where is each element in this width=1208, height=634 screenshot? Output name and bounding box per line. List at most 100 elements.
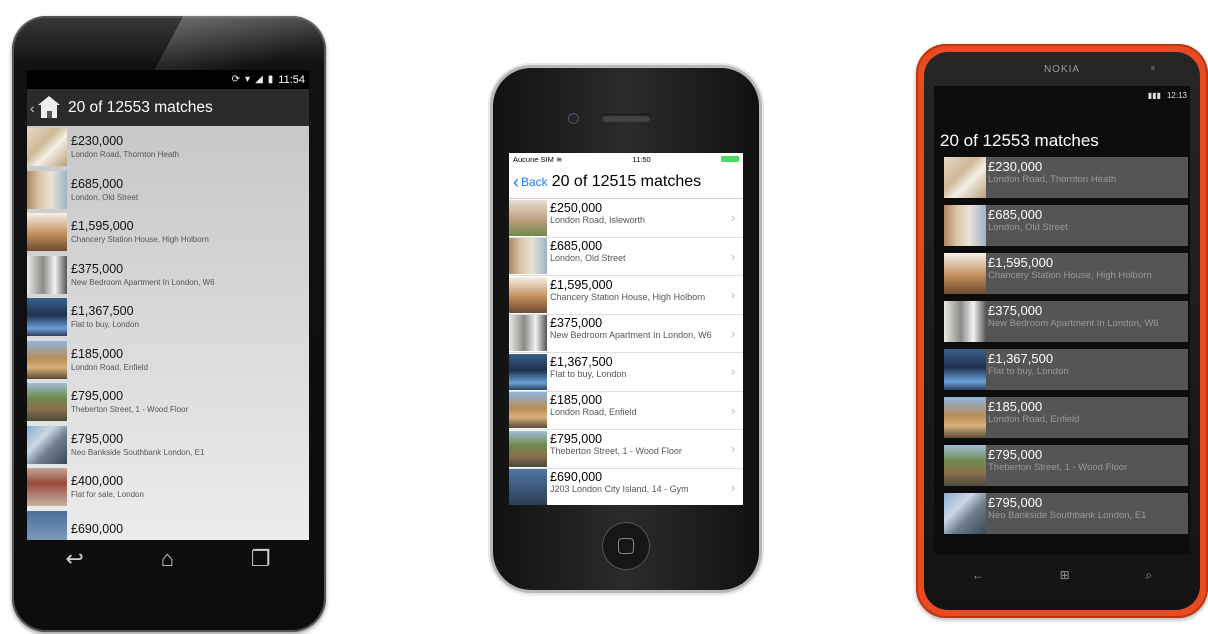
- app-house-icon[interactable]: [38, 95, 62, 120]
- wifi-icon: ▾: [245, 74, 251, 85]
- listing-text: £690,000 J203 London City Island, 14 - Gy…: [550, 469, 723, 505]
- listing-row[interactable]: £400,000 Flat for sale, London: [27, 466, 309, 509]
- listing-text: £1,367,500 Flat to buy, London: [550, 354, 723, 390]
- listing-address: New Bedroom Apartment In London, W6: [550, 330, 712, 341]
- listing-thumbnail: [27, 170, 67, 209]
- listing-price: £1,595,000: [550, 277, 613, 292]
- listing-text: £1,595,000 Chancery Station House, High H…: [71, 219, 209, 245]
- listing-row[interactable]: £1,595,000 Chancery Station House, High H…: [27, 211, 309, 254]
- listing-thumbnail: [27, 383, 67, 422]
- listing-row[interactable]: £230,000 London Road, Thornton Heath: [27, 126, 309, 169]
- listing-price: £685,000: [71, 176, 124, 191]
- wifi-icon: ≋: [555, 154, 563, 164]
- listing-tile[interactable]: £1,367,500 Flat to buy, London: [944, 349, 1188, 390]
- back-button[interactable]: Back: [521, 175, 548, 189]
- listing-thumbnail: [27, 213, 67, 252]
- android-screen: ⟳ ▾ ◢ ▮ 11:54 ‹ 20 of 12553 matches £230…: [27, 70, 309, 540]
- listing-thumbnail: [509, 430, 547, 467]
- listing-thumbnail: [27, 425, 67, 464]
- listing-address: Flat to buy, London: [988, 366, 1069, 377]
- listing-price: £375,000: [71, 261, 124, 276]
- listing-row[interactable]: £795,000 Neo Bankside Southbank London, E…: [27, 424, 309, 467]
- listing-price: £230,000: [71, 134, 124, 149]
- listing-thumbnail: [27, 340, 67, 379]
- listing-thumbnail: [944, 349, 986, 390]
- listing-tile[interactable]: £230,000 London Road, Thornton Heath: [944, 157, 1188, 198]
- listing-thumbnail: [944, 253, 986, 294]
- listing-text: £375,000 New Bedroom Apartment In London,…: [71, 262, 215, 288]
- table-row[interactable]: £795,000 Theberton Street, 1 - Wood Floor…: [509, 430, 743, 469]
- listing-address: Neo Bankside Southbank London, E1: [988, 510, 1147, 521]
- listing-address: Flat to buy, London: [71, 320, 139, 330]
- signal-icon: ◢: [255, 74, 263, 85]
- listing-price: £1,367,500: [550, 354, 613, 369]
- home-icon[interactable]: ⌂: [161, 548, 174, 570]
- android-action-bar: ‹ 20 of 12553 matches: [27, 89, 309, 126]
- recent-apps-icon[interactable]: ❐: [251, 548, 271, 570]
- listing-text: £1,367,500 Flat to buy, London: [71, 304, 139, 330]
- table-row[interactable]: £1,595,000 Chancery Station House, High H…: [509, 276, 743, 315]
- earpiece-speaker: [601, 114, 651, 122]
- table-row[interactable]: £1,367,500 Flat to buy, London ›: [509, 353, 743, 392]
- listing-row[interactable]: £375,000 New Bedroom Apartment In London,…: [27, 254, 309, 297]
- search-icon[interactable]: ⌕: [1145, 568, 1152, 583]
- listing-price: £690,000: [550, 470, 603, 485]
- listing-tile[interactable]: £1,595,000 Chancery Station House, High H…: [944, 253, 1188, 294]
- listing-row[interactable]: £685,000 London, Old Street: [27, 169, 309, 212]
- signal-icon: ▮▮▮: [1147, 90, 1161, 100]
- up-caret-icon[interactable]: ‹: [30, 100, 38, 116]
- listing-text: £685,000 London, Old Street: [986, 205, 1068, 246]
- battery-icon: [721, 156, 739, 162]
- listing-text: £795,000 Theberton Street, 1 - Wood Floor: [550, 431, 723, 467]
- listing-price: £185,000: [988, 399, 1043, 414]
- listing-address: London Road, Isleworth: [550, 214, 646, 225]
- table-row[interactable]: £185,000 London Road, Enfield ›: [509, 392, 743, 430]
- listing-address: J203 London City Island, 14 - Gym: [550, 484, 689, 495]
- listing-tile[interactable]: £685,000 London, Old Street: [944, 205, 1188, 246]
- listing-price: £685,000: [988, 207, 1043, 222]
- disclosure-chevron-icon: ›: [730, 441, 736, 457]
- chevron-left-icon[interactable]: ‹: [513, 173, 519, 191]
- listing-tile[interactable]: £795,000 Neo Bankside Southbank London, E…: [944, 493, 1188, 534]
- android-listing-list[interactable]: £230,000 London Road, Thornton Heath £685,…: [27, 126, 309, 540]
- ios-nav-title: 20 of 12515 matches: [551, 172, 702, 190]
- wp-status-bar: ▮▮▮ 12:13: [934, 86, 1190, 104]
- listing-address: Chancery Station House, High Holborn: [550, 291, 706, 302]
- listing-row[interactable]: £185,000 London Road, Enfield: [27, 339, 309, 382]
- listing-price: £1,367,500: [988, 351, 1054, 366]
- back-icon[interactable]: ←: [972, 568, 984, 582]
- ios-listing-table[interactable]: £250,000 London Road, Isleworth › £685,000 L…: [509, 199, 743, 505]
- listing-text: £250,000 London Road, Isleworth: [550, 200, 723, 236]
- listing-thumbnail: [509, 392, 547, 429]
- listing-row[interactable]: £690,000: [27, 509, 309, 540]
- listing-text: £1,367,500 Flat to buy, London: [986, 349, 1069, 390]
- table-row[interactable]: £375,000 New Bedroom Apartment In London,…: [509, 315, 743, 353]
- listing-tile[interactable]: £375,000 New Bedroom Apartment In London,…: [944, 301, 1188, 342]
- back-icon[interactable]: ↩: [65, 548, 83, 570]
- listing-price: £690,000: [71, 522, 124, 537]
- ios-nav-bar: ‹ Back 20 of 12515 matches: [509, 165, 743, 199]
- listing-price: £230,000: [988, 159, 1043, 174]
- wp-listing-list[interactable]: £230,000 London Road, Thornton Heath £685,…: [934, 157, 1190, 534]
- table-row[interactable]: £685,000 London, Old Street ›: [509, 238, 743, 276]
- listing-address: Flat to buy, London: [550, 368, 627, 379]
- front-camera: [569, 114, 578, 123]
- home-button[interactable]: [603, 523, 649, 569]
- table-row[interactable]: £250,000 London Road, Isleworth ›: [509, 199, 743, 238]
- android-nav-bar: ↩ ⌂ ❐: [27, 540, 309, 578]
- listing-tile[interactable]: £795,000 Theberton Street, 1 - Wood Floor: [944, 445, 1188, 486]
- listing-address: London Road, Thornton Heath: [988, 174, 1117, 185]
- table-row[interactable]: £690,000 J203 London City Island, 14 - Gy…: [509, 469, 743, 505]
- listing-text: £1,595,000 Chancery Station House, High H…: [550, 277, 723, 313]
- windows-start-icon[interactable]: ⊞: [1060, 568, 1070, 582]
- listing-address: Chancery Station House, High Holborn: [988, 270, 1152, 281]
- listing-price: £685,000: [550, 239, 603, 254]
- iphone-screen: Aucune SIM ≋ 11:50 ‹ Back 20 of 12515 ma…: [509, 153, 743, 505]
- listing-thumbnail: [27, 510, 67, 540]
- listing-tile[interactable]: £185,000 London Road, Enfield: [944, 397, 1188, 438]
- listing-row[interactable]: £795,000 Theberton Street, 1 - Wood Floor: [27, 381, 309, 424]
- listing-row[interactable]: £1,367,500 Flat to buy, London: [27, 296, 309, 339]
- listing-address: London, Old Street: [550, 253, 626, 264]
- wp-page-title: 20 of 12553 matches: [940, 131, 1099, 150]
- android-phone: ⟳ ▾ ◢ ▮ 11:54 ‹ 20 of 12553 matches £230…: [12, 16, 326, 632]
